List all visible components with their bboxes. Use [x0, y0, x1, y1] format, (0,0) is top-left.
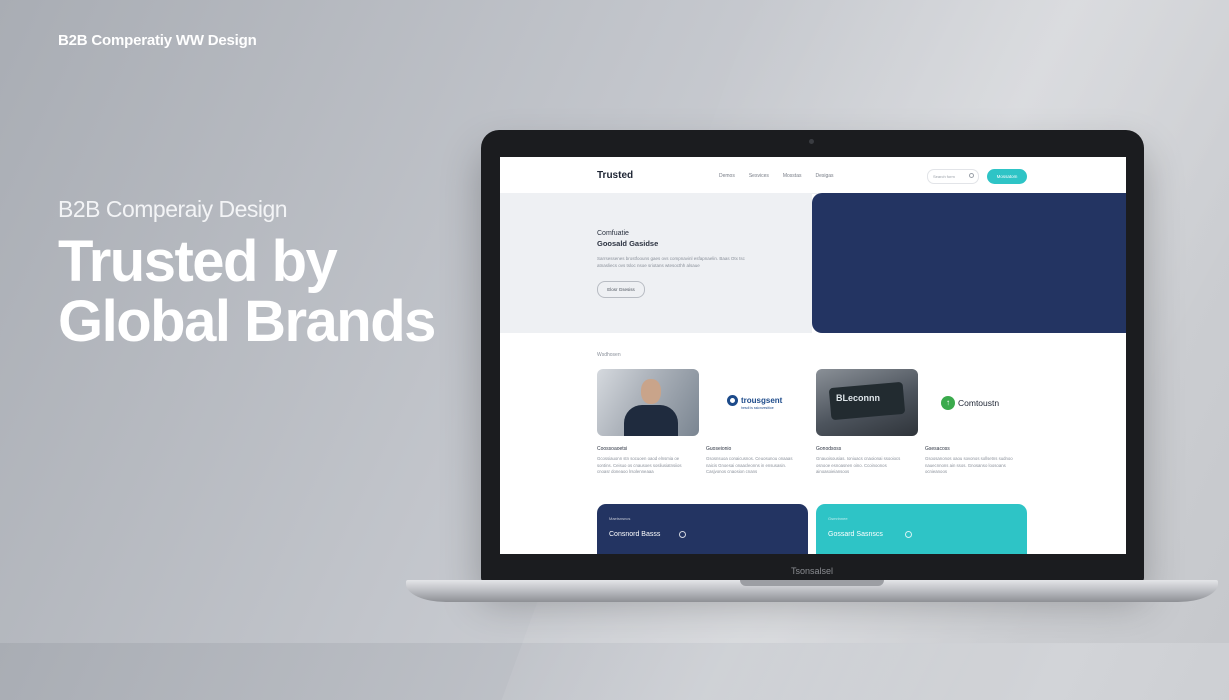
hero-subtitle: B2B Comperaiy Design	[58, 196, 288, 222]
card-photo-person[interactable]	[597, 369, 699, 436]
hero-button[interactable]: Elosr Gsesiss	[597, 281, 645, 298]
card-title: Gsesacoss	[925, 446, 950, 452]
partner-logo-card[interactable]: trousgsent hesdi is ssicnvesitioe	[706, 369, 808, 436]
site-header: Trusted Demos Sesvices Mosstas Desigas S…	[500, 157, 1126, 194]
hero-panel: Comfuatie Goosald Gasidse Sarrsessenes b…	[500, 193, 812, 333]
hero-title: Trusted by Global Brands	[58, 232, 478, 352]
hero-kicker: Comfuatie	[597, 230, 629, 237]
partner-logo-text: Comtoustn	[958, 398, 1000, 408]
laptop-base: Tsonsalsel	[406, 566, 1218, 602]
partner-logo-subtext: hesdi is ssicnvesitioe	[741, 406, 774, 410]
circle-arrow-icon	[905, 531, 912, 538]
nav-item[interactable]: Desigas	[815, 173, 833, 179]
cta-button[interactable]: Mossatom	[987, 169, 1027, 184]
partner-logo-icon	[727, 395, 738, 406]
laptop-notch	[740, 580, 884, 586]
card-title: Coossoaoetsi	[597, 446, 628, 452]
device-logo-text: BLeconnn	[836, 393, 880, 403]
feature-title: Gossard Sasnscs	[828, 531, 883, 538]
card-title: Gonodsoss	[816, 446, 842, 452]
partner-logo-card[interactable]: ↑ Comtoustn	[925, 369, 1027, 436]
person-body	[624, 405, 678, 436]
search-placeholder: Search form	[933, 174, 955, 179]
hero-title-line1: Trusted by	[58, 229, 338, 294]
site-nav: Demos Sesvices Mosstas Desigas	[719, 173, 834, 179]
brand-caption: B2B Comperatiy WW Design	[58, 32, 257, 49]
search-input[interactable]: Search form	[927, 169, 979, 184]
section-label: Wsdhosen	[597, 352, 621, 358]
partner-logo-text: trousgsent	[741, 396, 783, 405]
nav-item[interactable]: Sesvices	[749, 173, 769, 179]
nav-item[interactable]: Mosstas	[783, 173, 802, 179]
circle-arrow-icon	[679, 531, 686, 538]
card-photo-device[interactable]: BLeconnn	[816, 369, 918, 436]
camera-icon	[809, 139, 814, 144]
nav-item[interactable]: Demos	[719, 173, 735, 179]
card-description: Gsoosanonos oaou sovonos sollsetns sudno…	[925, 456, 1013, 474]
feature-card-teal[interactable]: Gsmrinnee Gossard Sasnscs	[816, 504, 1027, 554]
site-logo[interactable]: Trusted	[597, 170, 633, 181]
card-title: Guoseionio	[706, 446, 732, 452]
laptop-lid: Trusted Demos Sesvices Mosstas Desigas S…	[481, 130, 1144, 582]
feature-title: Consnord Basss	[609, 531, 661, 538]
hero-title-line2: Global Brands	[58, 289, 436, 354]
feature-kicker: Maetsnsncs	[609, 516, 631, 521]
card-description: Gnauoisousias. Ioniuacs cnaoionai ssooio…	[816, 456, 901, 474]
laptop-screen: Trusted Demos Sesvices Mosstas Desigas S…	[500, 157, 1126, 554]
card-description: Gcossiauonn stn socuoen oaod elnsmia oe …	[597, 456, 682, 474]
hero-heading: Goosald Gasidse	[597, 239, 659, 248]
leaf-icon: ↑	[941, 396, 955, 410]
person-head	[641, 379, 661, 404]
search-icon	[969, 173, 974, 178]
card-description: Gsosnsuoa conaicusnos. Ceuosunou onaaas …	[706, 456, 793, 474]
hero-body: Sarrsessenes brostfoouns gaes ovs compna…	[597, 256, 745, 268]
laptop-model-label: Tsonsalsel	[790, 566, 834, 576]
feature-kicker: Gsmrinnee	[828, 516, 848, 521]
feature-card-navy[interactable]: Maetsnsncs Consnord Basss	[597, 504, 808, 554]
hero-image-block	[812, 193, 1126, 333]
